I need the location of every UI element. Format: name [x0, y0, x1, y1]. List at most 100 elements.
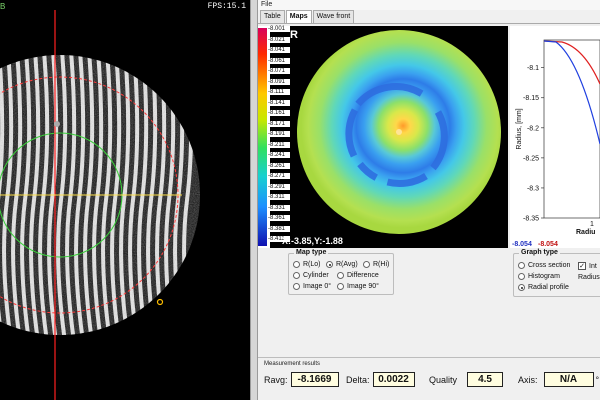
splitter[interactable]: [250, 0, 258, 400]
color-scale-tick-label: -8.161: [268, 110, 290, 116]
radio-label: Cross section: [528, 262, 571, 269]
radio-histogram[interactable]: Histogram: [518, 273, 560, 280]
radial-profile-graph[interactable]: -8.1 -8.15 -8.2 -8.25 -8.3 -8.35 1 Radius, [mm]…: [510, 26, 600, 248]
y-tick-label: -8.1: [527, 65, 539, 72]
radio-r-lo[interactable]: R(Lo): [293, 261, 321, 268]
quality-value: 4.5: [467, 372, 504, 387]
delta-label: Delta:: [346, 374, 370, 385]
color-scale-tick-label: -8.261: [268, 162, 290, 169]
delta-value: 0.0022: [372, 372, 415, 387]
reflex-marker: [54, 121, 60, 127]
camera-view[interactable]: B FPS:15.1: [0, 0, 250, 400]
axis-readout: Axis: N/A °: [518, 372, 599, 387]
radio-indicator: [518, 284, 525, 291]
color-scale-tick-label: -8.361: [268, 215, 290, 221]
radio-difference[interactable]: Difference: [337, 272, 379, 279]
radius-field-label: Radius: [578, 274, 600, 281]
y-tick-label: -8.3: [527, 185, 539, 192]
radial-profile-plot: -8.1 -8.15 -8.2 -8.25 -8.3 -8.35 1 Radius, [mm]…: [512, 39, 600, 248]
measurement-results-title: Measurement results: [264, 361, 321, 367]
axis-value: N/A: [543, 372, 594, 387]
radio-label: R(Hi): [373, 261, 390, 268]
ravg-label: Ravg:: [264, 374, 288, 385]
radio-r-avg[interactable]: R(Avg): [326, 261, 358, 268]
y-tick-label: -8.15: [523, 95, 539, 102]
x-tick-label: 1: [590, 221, 594, 228]
y-axis-label: Radius, [mm]: [516, 108, 523, 149]
analysis-panel: File Table Maps Wave front -8.001 -8.021…: [258, 0, 600, 400]
radio-label: Cylinder: [303, 272, 329, 279]
color-scale-tick-label: -8.331: [268, 204, 290, 211]
radio-indicator: [293, 272, 300, 279]
radio-radial-profile[interactable]: Radial profile: [518, 284, 569, 291]
drag-handle[interactable]: [156, 298, 164, 306]
topography-map[interactable]: -8.001 -8.021 -8.041 -8.061 -8.071 -8.091 -8.1…: [258, 26, 508, 248]
fringe-image: [0, 10, 200, 400]
color-scale-tick-label: -8.171: [268, 120, 290, 127]
y-tick-label: -8.25: [523, 155, 539, 162]
radio-r-hi[interactable]: R(Hi): [363, 261, 389, 268]
color-scale-tick-label: -8.001: [268, 26, 290, 32]
tab-wave-front[interactable]: Wave front: [312, 10, 355, 23]
axis-label: Axis:: [518, 374, 538, 385]
tab-bar: Table Maps Wave front: [260, 10, 355, 23]
radio-indicator: [326, 261, 333, 268]
radio-indicator: [518, 273, 525, 280]
color-scale-tick-label: -8.291: [268, 183, 290, 190]
y-tick-label: -8.2: [527, 125, 539, 132]
radio-label: Image 0°: [303, 283, 332, 290]
color-scale-tick-label: -8.211: [268, 141, 290, 148]
radio-indicator: [337, 272, 344, 279]
tab-table[interactable]: Table: [260, 10, 285, 23]
ravg-value: -8.1669: [290, 372, 339, 387]
color-scale-tick-label: -8.091: [268, 78, 290, 85]
measurement-results: Measurement results Ravg: -8.1669 Delta: 0…: [258, 357, 600, 400]
color-scale-tick-label: -8.241: [268, 152, 290, 158]
quality-readout: Quality 4.5: [429, 372, 504, 387]
x-axis-label: Radiu: [576, 229, 595, 236]
camera-corner-mark: B: [0, 2, 6, 11]
delta-readout: Delta: 0.0022: [346, 372, 415, 387]
color-scale-tick-label: -8.141: [268, 99, 290, 106]
fps-readout: FPS:15.1: [207, 2, 246, 11]
color-scale-tick-label: -8.271: [268, 173, 290, 179]
color-scale-tick-label: -8.061: [268, 57, 290, 64]
radio-indicator: [363, 261, 370, 268]
color-scale-tick-label: -8.191: [268, 131, 290, 137]
map-graphics: [258, 26, 508, 248]
graph-type-group: Graph type Cross section Histogram Radia…: [513, 249, 600, 297]
radius-label: Radius: [578, 274, 600, 281]
color-scale-tick-label: -8.071: [268, 68, 290, 74]
radio-image-0[interactable]: Image 0°: [293, 283, 331, 290]
radio-label: Image 90°: [347, 283, 379, 290]
color-scale-tick-label: -8.021: [268, 36, 290, 43]
x-start-label-blue: -8.054: [512, 241, 532, 248]
color-scale-bar: [258, 28, 267, 246]
maps-tab-content: -8.001 -8.021 -8.041 -8.061 -8.071 -8.091 -8.1…: [258, 23, 600, 400]
menu-file[interactable]: File: [258, 0, 600, 10]
tab-maps[interactable]: Maps: [285, 10, 312, 23]
checkbox-int[interactable]: ✓ Int: [578, 262, 597, 270]
radio-indicator: [337, 283, 344, 290]
color-scale-tick-label: -8.041: [268, 47, 290, 53]
quality-label: Quality: [429, 374, 458, 385]
radio-cylinder[interactable]: Cylinder: [293, 272, 329, 279]
graph-type-title: Graph type: [519, 249, 560, 256]
color-scale-tick-label: -8.311: [268, 194, 290, 200]
radio-label: R(Lo): [303, 261, 321, 268]
radio-label: Radial profile: [528, 284, 569, 291]
axis-unit: °: [595, 374, 600, 385]
cursor-coordinate-readout: X:-3.85,Y:-1.88: [282, 236, 343, 246]
radio-label: R(Avg): [336, 261, 358, 268]
radio-label: Histogram: [528, 273, 560, 280]
radio-label: Difference: [347, 272, 379, 279]
map-type-title: Map type: [294, 249, 329, 256]
checkbox-label: Int: [589, 262, 597, 270]
radio-cross-section[interactable]: Cross section: [518, 262, 570, 269]
radio-indicator: [293, 283, 300, 290]
x-start-label-red: -8.054: [538, 241, 558, 248]
color-scale-tick-label: -8.111: [268, 89, 290, 95]
radio-image-90[interactable]: Image 90°: [337, 283, 379, 290]
map-channel-label: R: [290, 29, 298, 41]
radio-indicator: [518, 262, 525, 269]
